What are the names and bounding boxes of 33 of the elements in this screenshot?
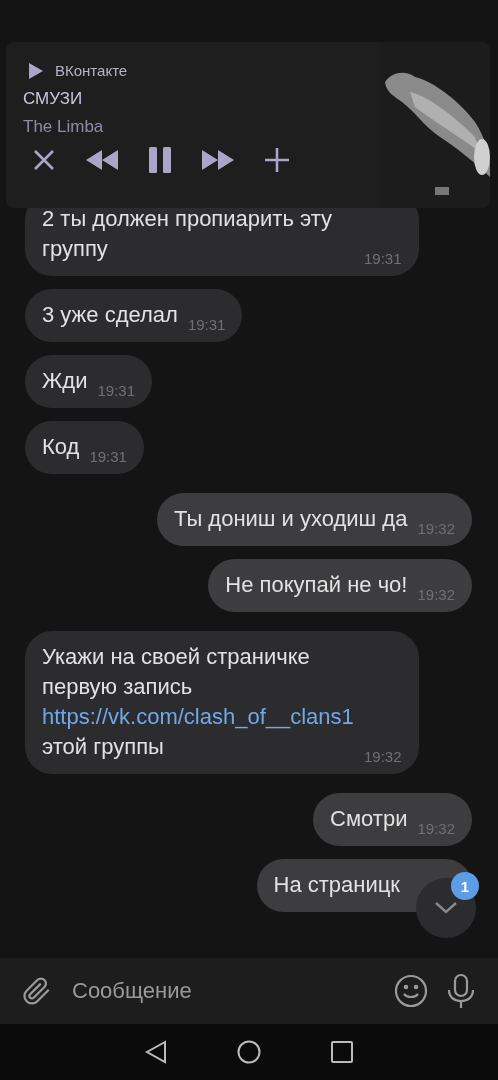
message-link[interactable]: https://vk.com/clash_of__clans1 — [42, 704, 354, 729]
fast-forward-button[interactable] — [202, 150, 234, 170]
track-artist: The Limba — [23, 117, 105, 137]
message-time: 19:31 — [364, 250, 402, 268]
microphone-button[interactable] — [446, 973, 476, 1009]
message-time: 19:31 — [97, 382, 135, 400]
recents-button[interactable] — [331, 1041, 353, 1063]
message-text: 2 ты должен пропиарить эту группу — [42, 205, 334, 263]
chevron-down-icon — [434, 901, 458, 915]
message-text: Код — [42, 433, 80, 461]
emoji-button[interactable] — [394, 974, 428, 1008]
message-text: Смотри — [330, 805, 408, 833]
attach-button[interactable] — [22, 975, 52, 1007]
message-time: 19:32 — [364, 748, 402, 766]
message-composer[interactable]: Сообщение — [0, 958, 498, 1024]
unread-badge: 1 — [451, 872, 479, 900]
back-button[interactable] — [145, 1040, 167, 1064]
track-title: СМУЗИ — [23, 89, 84, 109]
message-time: 19:31 — [89, 448, 127, 466]
message-time: 19:31 — [187, 316, 226, 334]
message-text: Ты дониш и уходиш да — [173, 505, 408, 533]
message-text: Жди — [42, 367, 88, 395]
close-button[interactable] — [33, 149, 55, 171]
message-text: 3 уже сделал — [42, 301, 178, 329]
message-text: На страницк — [273, 871, 400, 899]
player-source: ВКонтакте — [55, 62, 128, 79]
message-text: Не покупай не чо! — [225, 571, 408, 599]
home-button[interactable] — [237, 1040, 261, 1064]
rewind-button[interactable] — [86, 150, 118, 170]
message-text: Укажи на своей страничке первую запись https://vk.com/clash_of__clans1 этой группы — [42, 643, 354, 761]
add-button[interactable] — [265, 148, 289, 172]
pause-button[interactable] — [149, 147, 171, 173]
message-input[interactable]: Сообщение — [70, 977, 376, 1005]
